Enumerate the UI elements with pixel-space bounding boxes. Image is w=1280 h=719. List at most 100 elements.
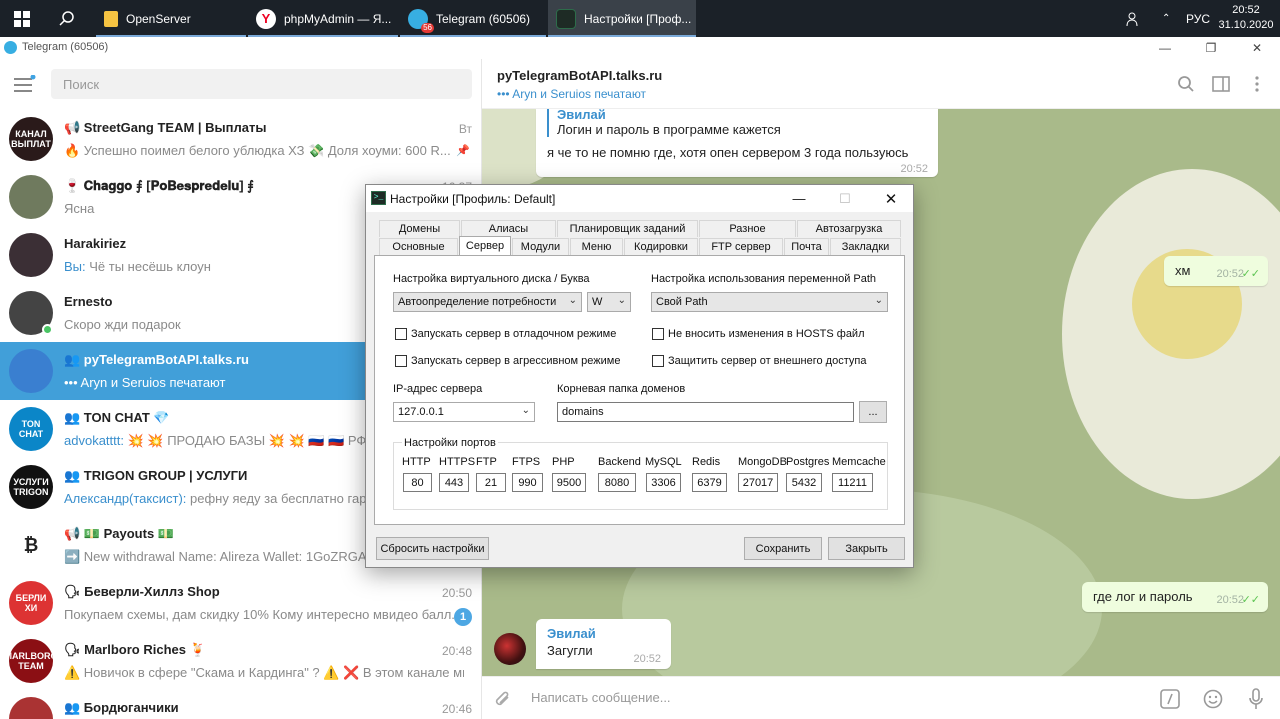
dialog-close-button[interactable]: ✕ [868, 185, 914, 212]
clock-date: 31.10.2020 [1218, 19, 1274, 31]
tray-chevron-icon[interactable]: ⌃ [1162, 0, 1170, 37]
settings-tab[interactable]: Автозагрузка [797, 220, 901, 237]
hamburger-menu-button[interactable] [14, 74, 36, 93]
message-outgoing[interactable]: где лог и пароль 20:52 ✓✓ [1082, 582, 1268, 612]
message-sender[interactable]: Эвилай [547, 626, 660, 641]
more-options-icon[interactable] [1246, 73, 1268, 95]
chat-item[interactable]: БЕРЛИ ХИ 🗣 Беверли-Хиллз Shop Покупаем схе… [0, 574, 481, 632]
port-input[interactable]: 5432 [786, 473, 822, 492]
chat-item[interactable]: 👥 Бордюганчики 20:46 [0, 690, 481, 719]
start-button[interactable] [0, 0, 44, 37]
clock[interactable]: 20:52 31.10.2020 [1218, 3, 1274, 33]
avatar: MARLBORO TEAM [9, 639, 53, 683]
restore-button[interactable]: ❐ [1188, 37, 1234, 59]
save-button[interactable]: Сохранить [744, 537, 822, 560]
avatar[interactable] [494, 633, 526, 665]
taskbar-search-button[interactable] [44, 0, 90, 37]
unread-badge: 1 [454, 608, 472, 626]
search-input[interactable]: Поиск [51, 69, 472, 99]
hosts-checkbox[interactable]: Не вносить изменения в HOSTS файл [652, 328, 865, 340]
browse-button[interactable]: ... [859, 401, 887, 423]
port-input[interactable]: 80 [403, 473, 432, 492]
dialog-minimize-button[interactable]: — [776, 185, 822, 212]
chat-item-text: рефну яеду за бесплатно гарант [190, 491, 387, 506]
port-input[interactable]: 8080 [598, 473, 636, 492]
port-input[interactable]: 27017 [738, 473, 778, 492]
message-incoming[interactable]: Эвилай Загугли 20:52 [536, 619, 671, 669]
reply-quote[interactable]: Эвилай Логин и пароль в программе кажетс… [547, 109, 927, 137]
port-input[interactable]: 990 [512, 473, 543, 492]
drive-letter-select[interactable]: W ⌄ [587, 292, 631, 312]
settings-tab[interactable]: Домены [379, 220, 460, 237]
port-input[interactable]: 6379 [692, 473, 727, 492]
avatar [9, 175, 53, 219]
avatar: БЕРЛИ ХИ [9, 581, 53, 625]
window-titlebar: Telegram (60506) — ❐ ✕ [0, 37, 1280, 59]
settings-tab[interactable]: Разное [699, 220, 796, 237]
taskbar-app-browser[interactable]: Y phpMyAdmin — Я... [248, 0, 398, 37]
settings-tab[interactable]: Сервер [459, 236, 511, 255]
taskbar-app-openserver[interactable]: OpenServer [96, 0, 246, 37]
port-input[interactable]: 9500 [552, 473, 586, 492]
domains-root-input[interactable]: domains [557, 402, 854, 422]
microphone-icon[interactable] [1244, 687, 1268, 711]
port-input[interactable]: 3306 [646, 473, 681, 492]
settings-tab[interactable]: FTP сервер [699, 238, 783, 255]
message-text: я че то не помню где, хотя опен сервером… [547, 145, 909, 160]
settings-tab[interactable]: Почта [784, 238, 829, 255]
reset-settings-button[interactable]: Сбросить настройки [376, 537, 489, 560]
checkbox-box [395, 328, 407, 340]
path-select[interactable]: Свой Path ⌄ [651, 292, 888, 312]
debug-mode-checkbox[interactable]: Запускать сервер в отладочном режиме [395, 328, 616, 340]
double-check-icon: ✓✓ [1241, 594, 1260, 606]
emoji-icon[interactable] [1201, 687, 1225, 711]
vdisk-select[interactable]: Автоопределение потребности ⌄ [393, 292, 582, 312]
chat-item[interactable]: MARLBORO TEAM 🗣 Marlboro Riches 🍹 ⚠️ Нович… [0, 632, 481, 690]
settings-tab[interactable]: Основные [379, 238, 458, 255]
attach-icon[interactable] [491, 687, 515, 711]
port-label: Memcache [832, 456, 886, 468]
search-icon[interactable] [1175, 73, 1197, 95]
settings-tab[interactable]: Модули [512, 238, 569, 255]
message-time: 20:52 [900, 163, 928, 175]
chat-item-time: 20:50 [441, 586, 472, 600]
close-dialog-button[interactable]: Закрыть [828, 537, 905, 560]
settings-tab[interactable]: Закладки [830, 238, 901, 255]
port-input[interactable]: 11211 [832, 473, 873, 492]
aggressive-mode-checkbox[interactable]: Запускать сервер в агрессивном режиме [395, 355, 620, 367]
taskbar-app-settings[interactable]: Настройки [Проф... [548, 0, 696, 37]
settings-tab[interactable]: Кодировки [624, 238, 698, 255]
settings-tab[interactable]: Планировщик заданий [557, 220, 698, 237]
checkbox-box [652, 355, 664, 367]
settings-tab[interactable]: Меню [570, 238, 623, 255]
checkbox-box [395, 355, 407, 367]
reply-text: Логин и пароль в программе кажется [557, 122, 781, 137]
chevron-down-icon: ⌄ [617, 295, 626, 306]
chat-item-text: Чё ты несёшь клоун [89, 259, 211, 274]
settings-dialog: >_ Настройки [Профиль: Default] — ☐ ✕ До… [365, 184, 914, 568]
sidebar-toggle-icon[interactable] [1210, 73, 1232, 95]
message-outgoing[interactable]: хм 20:52 ✓✓ [1164, 256, 1268, 286]
message-input[interactable]: Написать сообщение... [531, 690, 671, 705]
people-icon[interactable] [1126, 0, 1142, 37]
message-incoming[interactable]: Эвилай Логин и пароль в программе кажетс… [536, 109, 938, 177]
protect-server-checkbox[interactable]: Защитить сервер от внешнего доступа [652, 355, 866, 367]
port-input[interactable]: 21 [476, 473, 506, 492]
ip-select[interactable]: 127.0.0.1 ⌄ [393, 402, 535, 422]
message-time: 20:52 [633, 653, 661, 665]
port-input[interactable]: 443 [439, 473, 469, 492]
chat-item[interactable]: КАНАЛ ВЫПЛАТ 📢 StreetGang TEAM | Выплаты 🔥… [0, 110, 481, 168]
port-label: Backend [598, 456, 641, 468]
chat-title[interactable]: pyTelegramBotAPI.talks.ru [497, 68, 662, 83]
minimize-button[interactable]: — [1142, 37, 1188, 59]
close-button[interactable]: ✕ [1234, 37, 1280, 59]
taskbar-app-telegram[interactable]: 56 Telegram (60506) [400, 0, 546, 37]
chat-item-title: Ernesto [64, 294, 113, 309]
message-time: 20:52 [1216, 268, 1244, 280]
settings-tab[interactable]: Алиасы [461, 220, 556, 237]
drive-letter-value: W [592, 296, 603, 308]
bot-command-icon[interactable] [1158, 687, 1182, 711]
taskbar-app-label: OpenServer [126, 11, 191, 26]
language-indicator[interactable]: РУС [1186, 0, 1210, 37]
chat-item-title: 📢 💵 Payouts 💵 [64, 526, 174, 541]
